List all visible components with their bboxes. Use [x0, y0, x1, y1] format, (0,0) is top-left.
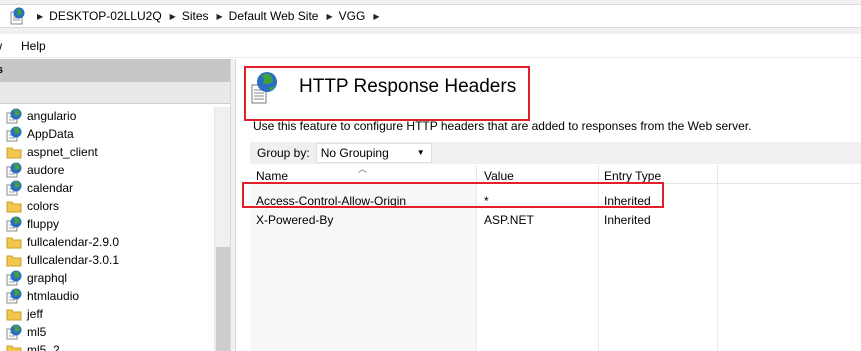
header-value-cell: ASP.NET	[484, 213, 534, 227]
site-tree: angulario AppData aspnet_clientaudore calen…	[0, 107, 214, 351]
feature-content: HTTP Response Headers Use this feature t…	[236, 59, 861, 351]
globe-icon	[5, 180, 23, 196]
folder-icon	[5, 342, 23, 351]
column-header-name[interactable]: Name	[256, 169, 288, 183]
iis-globe-icon	[9, 7, 27, 25]
tree-item[interactable]: fluppy	[0, 215, 214, 233]
group-by-select[interactable]: No Grouping ▼	[315, 143, 432, 163]
globe-icon	[5, 126, 23, 142]
tree-item-label: audore	[27, 163, 65, 177]
folder-icon	[5, 198, 23, 214]
entry-type-cell: Inherited	[604, 213, 651, 227]
tree-scrollbar-thumb[interactable]	[216, 247, 230, 351]
group-by-bar: Group by: No Grouping ▼	[250, 142, 861, 164]
group-by-value: No Grouping	[320, 146, 389, 160]
tree-item[interactable]: jeff	[0, 305, 214, 323]
connections-toolbar	[0, 82, 230, 104]
breadcrumb-separator-icon: ▶	[37, 11, 44, 21]
tree-item-label: fluppy	[27, 217, 60, 231]
globe-icon	[5, 324, 23, 340]
globe-icon	[5, 216, 23, 232]
tree-item-label: calendar	[27, 181, 74, 195]
tree-item-label: fullcalendar-3.0.1	[27, 253, 120, 267]
header-name-cell: X-Powered-By	[256, 213, 334, 227]
sort-ascending-icon: ︿	[358, 164, 368, 174]
tree-item[interactable]: audore	[0, 161, 214, 179]
tree-item[interactable]: ml5_2	[0, 341, 214, 351]
tree-item-label: graphql	[27, 271, 68, 285]
menu-bar: w Help	[0, 34, 861, 58]
tree-item[interactable]: fullcalendar-2.9.0	[0, 233, 214, 251]
chevron-down-icon: ▼	[416, 148, 425, 157]
tree-item[interactable]: aspnet_client	[0, 143, 214, 161]
folder-icon	[5, 306, 23, 322]
column-header-entry-type[interactable]: Entry Type	[604, 169, 661, 183]
tree-item-label: ml5	[27, 325, 47, 339]
tree-item[interactable]: calendar	[0, 179, 214, 197]
tree-scrollbar[interactable]	[214, 107, 230, 351]
folder-icon	[5, 234, 23, 250]
tree-item[interactable]: AppData	[0, 125, 214, 143]
tree-item[interactable]: htmlaudio	[0, 287, 214, 305]
tree-item-label: jeff	[27, 307, 43, 321]
tree-item[interactable]: ml5	[0, 323, 214, 341]
breadcrumb-server[interactable]: DESKTOP-02LLU2Q	[49, 9, 162, 23]
breadcrumb-separator-icon: ▶	[216, 11, 223, 21]
breadcrumb-default-web-site[interactable]: Default Web Site	[229, 9, 319, 23]
globe-icon	[5, 162, 23, 178]
tree-item-label: htmlaudio	[27, 289, 80, 303]
globe-icon	[5, 288, 23, 304]
breadcrumb-vgg[interactable]: VGG	[339, 9, 366, 23]
breadcrumb[interactable]: ▶ DESKTOP-02LLU2Q ▶ Sites ▶ Default Web …	[0, 4, 861, 28]
tree-item-label: aspnet_client	[27, 145, 98, 159]
tree-item[interactable]: graphql	[0, 269, 214, 287]
tree-item[interactable]: angulario	[0, 107, 214, 125]
connections-header: s	[0, 59, 230, 82]
globe-icon	[5, 270, 23, 286]
tree-item[interactable]: fullcalendar-3.0.1	[0, 251, 214, 269]
breadcrumb-sites[interactable]: Sites	[182, 9, 209, 23]
breadcrumb-separator-icon: ▶	[326, 11, 333, 21]
connections-title-clipped: s	[0, 65, 3, 76]
tree-item-label: AppData	[27, 127, 74, 141]
column-header-divider[interactable]	[717, 165, 718, 184]
column-header-value[interactable]: Value	[484, 169, 514, 183]
breadcrumb-separator-icon: ▶	[373, 11, 380, 21]
title-highlight-box	[244, 66, 530, 121]
menu-item-view-clipped[interactable]: w	[0, 39, 2, 53]
row-highlight-box	[242, 182, 664, 208]
connections-pane: s angulario AppData aspnet_clientaudore cal…	[0, 59, 230, 351]
feature-description: Use this feature to configure HTTP heade…	[253, 119, 752, 133]
tree-item-label: ml5_2	[27, 343, 60, 351]
group-by-label: Group by:	[257, 146, 310, 160]
folder-icon	[5, 252, 23, 268]
menu-item-help[interactable]: Help	[21, 39, 46, 53]
tree-item-label: colors	[27, 199, 60, 213]
breadcrumb-separator-icon: ▶	[169, 11, 176, 21]
tree-item-label: fullcalendar-2.9.0	[27, 235, 120, 249]
table-row[interactable]: X-Powered-By ASP.NET Inherited	[250, 210, 861, 229]
address-bar: ▶ DESKTOP-02LLU2Q ▶ Sites ▶ Default Web …	[0, 0, 861, 34]
globe-icon	[5, 108, 23, 124]
folder-icon	[5, 144, 23, 160]
tree-item[interactable]: colors	[0, 197, 214, 215]
tree-item-label: angulario	[27, 109, 77, 123]
